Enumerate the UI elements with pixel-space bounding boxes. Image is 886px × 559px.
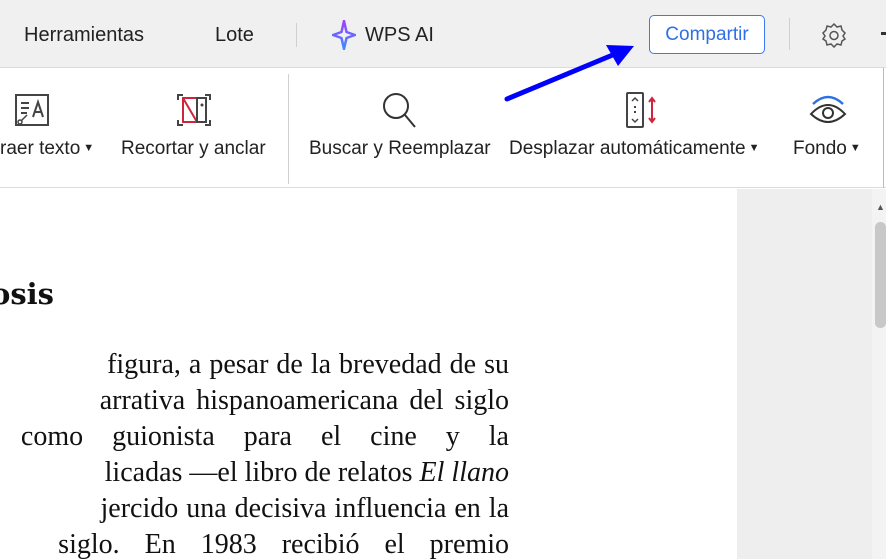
chevron-down-icon: ▼ (849, 142, 861, 154)
tab-lote[interactable]: Lote (215, 24, 254, 47)
divider (296, 23, 297, 47)
divider (288, 74, 289, 184)
auto-scroll-label: Desplazar automáticamente (509, 138, 746, 159)
top-bar: Herramientas Lote WPS AI Compartir (0, 0, 886, 68)
divider (883, 68, 884, 188)
share-button[interactable]: Compartir (649, 15, 765, 54)
text-line: como guionista para el cine y la (20, 421, 509, 452)
chevron-down-icon: ▼ (748, 142, 760, 154)
extract-text-button[interactable]: raer texto ▼ (0, 68, 105, 188)
crop-anchor-button[interactable]: Recortar y anclar (115, 68, 275, 188)
italic-title: El llano (419, 457, 509, 488)
text-line: siglo. En 1983 recibió el premio (58, 529, 509, 559)
eye-icon (809, 95, 847, 123)
divider (789, 18, 790, 50)
auto-scroll-icon (626, 92, 656, 128)
find-replace-button[interactable]: Buscar y Reemplazar (300, 68, 498, 188)
sparkle-icon (332, 20, 356, 50)
extract-text-label: raer texto (0, 138, 81, 159)
section-heading: osis (0, 277, 54, 311)
document-page: osis figura, a pesar de la brevedad de s… (0, 189, 737, 559)
text-line: jercido una decisiva influencia en la (100, 493, 509, 524)
background-label: Fondo (793, 138, 847, 159)
text-span: licadas —el libro de relatos (104, 457, 420, 488)
crop-anchor-label: Recortar y anclar (121, 138, 266, 159)
crop-anchor-icon (177, 94, 211, 126)
text-line: arrativa hispanoamericana del siglo (99, 385, 509, 416)
find-replace-label: Buscar y Reemplazar (309, 138, 491, 159)
text-line: licadas —el libro de relatos El llano (105, 457, 509, 489)
search-icon (383, 93, 416, 128)
auto-scroll-button[interactable]: Desplazar automáticamente ▼ (505, 68, 775, 188)
background-button[interactable]: Fondo ▼ (788, 68, 868, 188)
wps-ai-label: WPS AI (365, 24, 434, 46)
ribbon-toolbar: raer texto ▼ Recortar y anclar Buscar y R… (0, 68, 886, 188)
scrollbar-thumb[interactable] (875, 222, 886, 328)
more-icon[interactable] (881, 32, 886, 35)
scroll-up-icon[interactable]: ▲ (876, 202, 885, 212)
extract-text-icon (15, 94, 49, 126)
tab-herramientas[interactable]: Herramientas (24, 24, 144, 47)
gear-icon[interactable] (821, 22, 847, 48)
chevron-down-icon: ▼ (83, 142, 95, 154)
side-gutter (737, 189, 886, 559)
text-line: figura, a pesar de la brevedad de su (107, 349, 509, 380)
